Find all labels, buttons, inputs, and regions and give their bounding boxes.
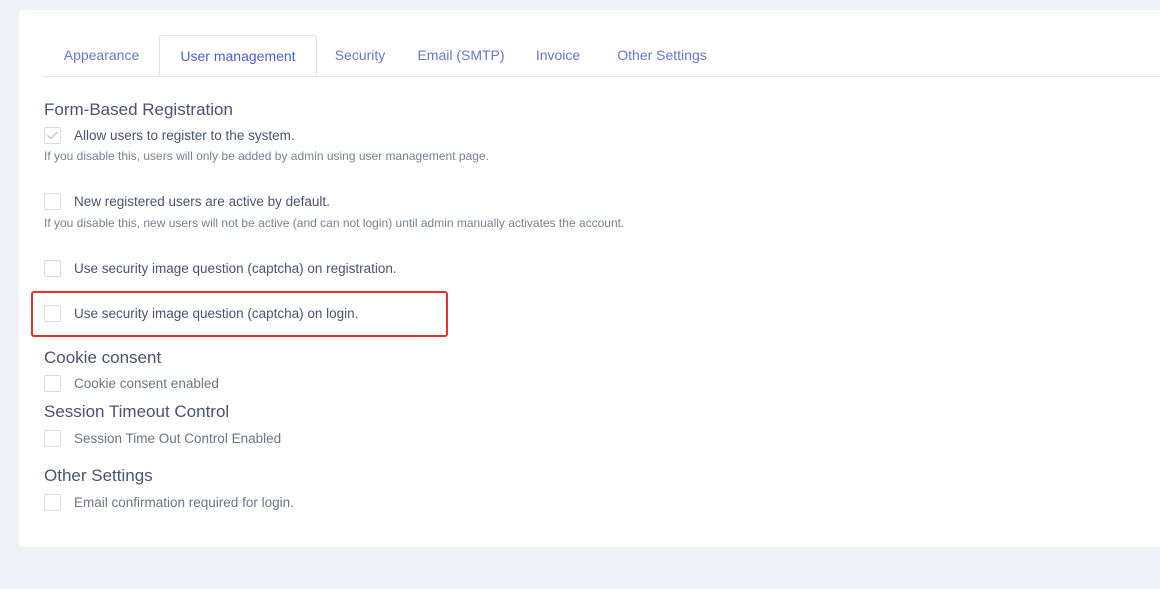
session-timeout-option[interactable]: Session Time Out Control Enabled xyxy=(44,428,281,448)
captcha-registration-checkbox[interactable] xyxy=(44,259,61,277)
settings-tabs: Appearance User management Security Emai… xyxy=(44,35,1160,77)
session-timeout-label: Session Time Out Control Enabled xyxy=(74,430,282,446)
form-registration-title: Form-Based Registration xyxy=(44,100,233,119)
active-default-help: If you disable this, new users will not … xyxy=(44,216,625,230)
captcha-login-option[interactable]: Use security image question (captcha) on… xyxy=(44,303,358,323)
other-settings-title: Other Settings xyxy=(44,466,153,485)
allow-register-option[interactable]: Allow users to register to the system. xyxy=(44,125,295,145)
active-default-checkbox[interactable] xyxy=(44,192,61,210)
captcha-registration-label: Use security image question (captcha) on… xyxy=(74,260,397,276)
tab-invoice[interactable]: Invoice xyxy=(519,35,597,75)
email-confirmation-label: Email confirmation required for login. xyxy=(74,494,294,510)
tab-appearance[interactable]: Appearance xyxy=(44,35,159,75)
session-timeout-title: Session Timeout Control xyxy=(44,402,230,421)
tab-email-smtp[interactable]: Email (SMTP) xyxy=(403,35,519,75)
tab-security[interactable]: Security xyxy=(317,35,403,75)
allow-register-label: Allow users to register to the system. xyxy=(74,127,295,143)
captcha-login-label: Use security image question (captcha) on… xyxy=(74,305,359,321)
cookie-consent-option[interactable]: Cookie consent enabled xyxy=(44,373,219,393)
active-default-label: New registered users are active by defau… xyxy=(74,193,330,209)
captcha-registration-option[interactable]: Use security image question (captcha) on… xyxy=(44,258,397,278)
captcha-login-checkbox[interactable] xyxy=(44,304,61,322)
email-confirmation-option[interactable]: Email confirmation required for login. xyxy=(44,492,294,512)
cookie-consent-title: Cookie consent xyxy=(44,348,162,367)
tab-user-management[interactable]: User management xyxy=(159,35,317,76)
settings-card: Appearance User management Security Emai… xyxy=(19,10,1160,547)
allow-register-help: If you disable this, users will only be … xyxy=(44,149,489,163)
allow-register-checkbox[interactable] xyxy=(44,126,61,144)
cookie-consent-checkbox[interactable] xyxy=(44,374,61,392)
active-default-option[interactable]: New registered users are active by defau… xyxy=(44,191,330,211)
tab-other-settings[interactable]: Other Settings xyxy=(597,35,727,75)
cookie-consent-label: Cookie consent enabled xyxy=(74,375,219,391)
session-timeout-checkbox[interactable] xyxy=(44,429,61,447)
email-confirmation-checkbox[interactable] xyxy=(44,493,61,511)
